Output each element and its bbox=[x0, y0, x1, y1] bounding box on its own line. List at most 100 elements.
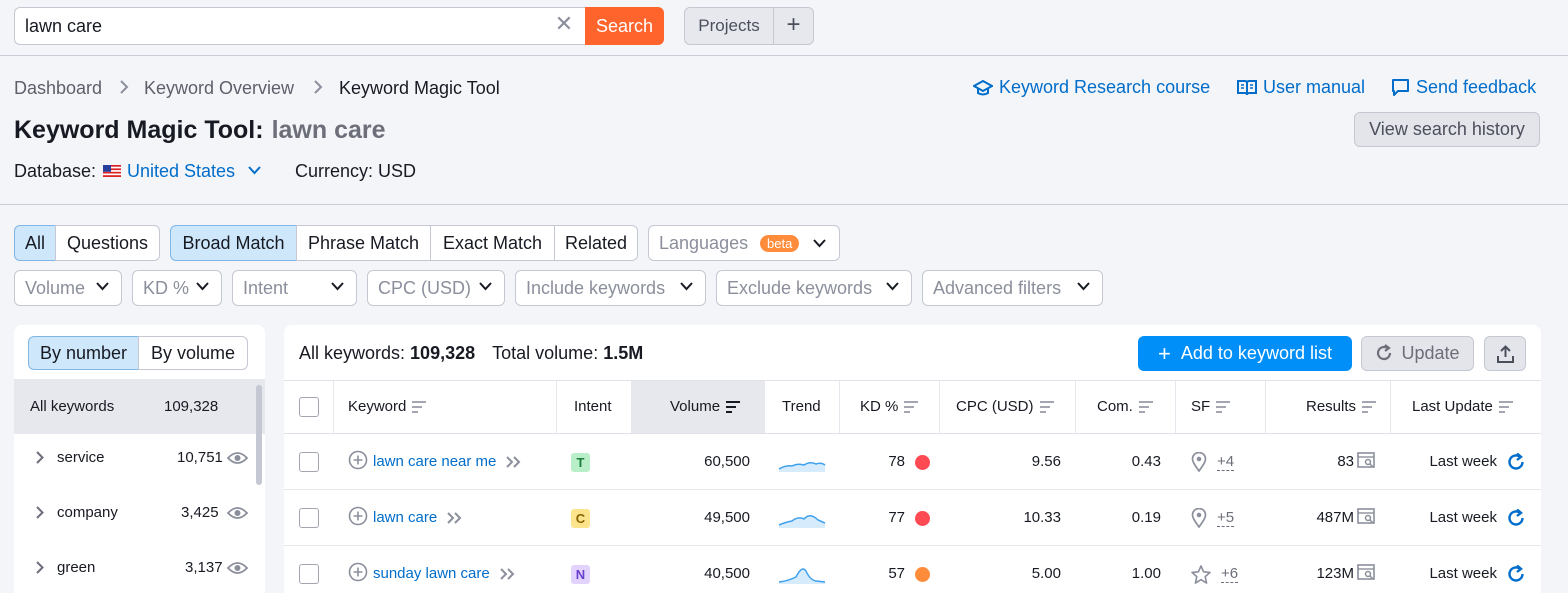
exact-match-button[interactable]: Exact Match bbox=[430, 225, 555, 261]
results-cell: 83 bbox=[1266, 434, 1376, 489]
advanced-filters-label: Advanced filters bbox=[933, 278, 1062, 298]
export-button[interactable] bbox=[1484, 336, 1526, 371]
by-volume-button[interactable]: By volume bbox=[138, 336, 248, 370]
search-input[interactable] bbox=[15, 8, 535, 44]
eye-icon[interactable] bbox=[227, 451, 248, 465]
search-button[interactable]: Search bbox=[585, 7, 664, 45]
keyword-link[interactable]: sunday lawn care bbox=[373, 565, 490, 582]
languages-dropdown[interactable]: Languages beta bbox=[648, 225, 840, 261]
column-volume[interactable]: Volume bbox=[632, 381, 765, 433]
kd-filter[interactable]: KD % bbox=[132, 270, 222, 306]
tab-all[interactable]: All bbox=[14, 225, 56, 261]
column-sf[interactable]: SF bbox=[1176, 381, 1266, 433]
serp-snapshot-icon[interactable] bbox=[1357, 452, 1376, 469]
eye-icon[interactable] bbox=[227, 561, 248, 575]
user-manual-link[interactable]: User manual bbox=[1237, 77, 1365, 98]
serp-features-more[interactable]: +4 bbox=[1217, 454, 1235, 471]
sort-desc-icon bbox=[726, 401, 741, 414]
clear-search-icon[interactable]: ✕ bbox=[553, 13, 575, 35]
add-to-keyword-list-button[interactable]: + Add to keyword list bbox=[1138, 336, 1352, 371]
group-row-company[interactable]: company 3,425 bbox=[14, 485, 265, 540]
intent-filter[interactable]: Intent bbox=[232, 270, 357, 306]
column-results[interactable]: Results bbox=[1266, 381, 1391, 433]
refresh-icon[interactable] bbox=[1506, 508, 1526, 528]
breadcrumb-keyword-overview[interactable]: Keyword Overview bbox=[144, 78, 294, 99]
projects-button[interactable]: Projects bbox=[684, 7, 774, 45]
row-select-cell bbox=[284, 434, 334, 489]
column-cpc[interactable]: CPC (USD) bbox=[940, 381, 1076, 433]
update-button[interactable]: Update bbox=[1361, 336, 1474, 371]
double-chevron-right-icon[interactable] bbox=[500, 568, 516, 580]
all-keywords-row[interactable]: All keywords 109,328 bbox=[14, 379, 265, 434]
group-row-service[interactable]: service 10,751 bbox=[14, 430, 265, 485]
group-row-green[interactable]: green 3,137 bbox=[14, 540, 265, 593]
broad-match-button[interactable]: Broad Match bbox=[170, 225, 297, 261]
refresh-icon[interactable] bbox=[1506, 452, 1526, 472]
add-circle-icon[interactable] bbox=[348, 506, 368, 526]
send-feedback-link[interactable]: Send feedback bbox=[1391, 77, 1536, 98]
refresh-icon[interactable] bbox=[1506, 564, 1526, 584]
row-checkbox[interactable] bbox=[299, 508, 319, 528]
phrase-match-button[interactable]: Phrase Match bbox=[296, 225, 431, 261]
select-all-checkbox[interactable] bbox=[299, 397, 319, 417]
database-selector[interactable]: United States bbox=[127, 161, 235, 182]
serp-snapshot-icon[interactable] bbox=[1357, 508, 1376, 525]
column-intent: Intent bbox=[557, 381, 632, 433]
breadcrumb-dashboard[interactable]: Dashboard bbox=[14, 78, 102, 99]
column-keyword[interactable]: Keyword bbox=[334, 381, 557, 433]
serp-features-more[interactable]: +6 bbox=[1221, 566, 1239, 583]
chevron-right-icon[interactable] bbox=[36, 506, 44, 519]
trend-cell bbox=[778, 490, 828, 545]
row-checkbox[interactable] bbox=[299, 564, 319, 584]
chevron-right-icon bbox=[314, 80, 323, 94]
sort-icon bbox=[1498, 401, 1513, 414]
keyword-link[interactable]: lawn care bbox=[373, 509, 437, 526]
chevron-right-icon[interactable] bbox=[36, 561, 44, 574]
cpc-cell: 9.56 bbox=[940, 434, 1061, 489]
exclude-keywords-filter[interactable]: Exclude keywords bbox=[716, 270, 912, 306]
add-circle-icon[interactable] bbox=[348, 450, 368, 470]
column-volume-label: Volume bbox=[670, 398, 721, 415]
eye-icon[interactable] bbox=[227, 506, 248, 520]
column-com[interactable]: Com. bbox=[1076, 381, 1176, 433]
keyword-link[interactable]: lawn care near me bbox=[373, 453, 496, 470]
kd-value: 57 bbox=[888, 565, 905, 582]
cpc-filter[interactable]: CPC (USD) bbox=[367, 270, 505, 306]
column-kd[interactable]: KD % bbox=[840, 381, 940, 433]
kd-value: 78 bbox=[888, 453, 905, 470]
volume-filter[interactable]: Volume bbox=[14, 270, 122, 306]
serp-snapshot-icon[interactable] bbox=[1357, 564, 1376, 581]
table-header: Keyword Intent Volume Trend KD % CPC (US… bbox=[284, 380, 1541, 434]
include-keywords-filter[interactable]: Include keywords bbox=[515, 270, 706, 306]
add-project-button[interactable]: + bbox=[773, 7, 814, 45]
chevron-right-icon[interactable] bbox=[36, 451, 44, 464]
com-value: 0.43 bbox=[1131, 453, 1161, 470]
last-update-value: Last week bbox=[1429, 565, 1497, 582]
cpc-filter-label: CPC (USD) bbox=[378, 278, 471, 298]
row-checkbox[interactable] bbox=[299, 452, 319, 472]
serp-features-more[interactable]: +5 bbox=[1217, 510, 1235, 527]
tab-questions[interactable]: Questions bbox=[55, 225, 160, 261]
all-keywords-summary-value: 109,328 bbox=[410, 343, 476, 363]
double-chevron-right-icon[interactable] bbox=[506, 456, 522, 468]
kd-cell: 77 bbox=[840, 490, 930, 545]
com-cell: 0.19 bbox=[1076, 490, 1161, 545]
chevron-down-icon[interactable] bbox=[248, 166, 261, 175]
keyword-cell: sunday lawn care bbox=[348, 546, 557, 593]
keyword-research-course-link[interactable]: Keyword Research course bbox=[973, 77, 1210, 98]
advanced-filters[interactable]: Advanced filters bbox=[922, 270, 1103, 306]
add-circle-icon[interactable] bbox=[348, 562, 368, 582]
sort-icon bbox=[904, 401, 919, 414]
double-chevron-right-icon[interactable] bbox=[447, 512, 463, 524]
exclude-keywords-label: Exclude keywords bbox=[727, 278, 873, 298]
results-cell: 123M bbox=[1266, 546, 1376, 593]
chevron-down-icon bbox=[331, 282, 344, 291]
search-field[interactable] bbox=[14, 7, 586, 45]
languages-label: Languages bbox=[659, 233, 749, 253]
column-last-update[interactable]: Last Update bbox=[1391, 381, 1541, 433]
send-feedback-label: Send feedback bbox=[1416, 77, 1537, 97]
update-label: Update bbox=[1401, 343, 1460, 363]
by-number-button[interactable]: By number bbox=[28, 336, 139, 370]
view-search-history-button[interactable]: View search history bbox=[1354, 112, 1540, 147]
related-button[interactable]: Related bbox=[554, 225, 638, 261]
